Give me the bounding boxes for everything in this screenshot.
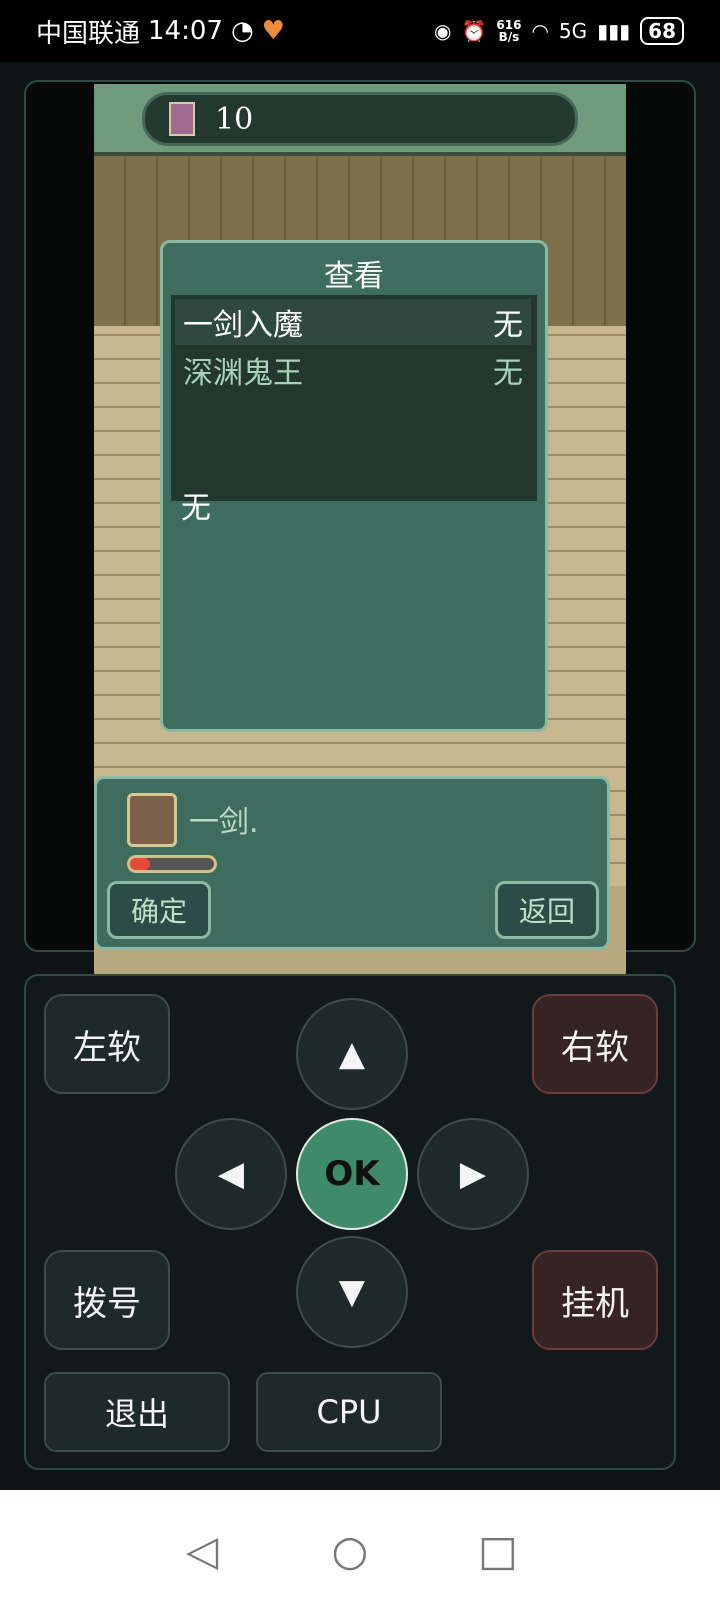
list-item-value: 无 [493, 308, 523, 343]
speed-gauge-icon: ◔ [230, 16, 254, 46]
time-label: 14:07 [148, 16, 223, 46]
hourglass-icon [169, 102, 195, 136]
character-avatar [127, 793, 177, 847]
list-item-name: 深渊鬼王 [183, 356, 303, 391]
wifi-icon: ◠ [531, 19, 549, 43]
signal-icon: ▮▮▮ [597, 19, 631, 43]
down-key[interactable]: ▼ [296, 1236, 408, 1348]
virtual-keypad: 左软 右软 ▲ ◀ OK ▶ ▼ 拨号 挂机 退出 CPU [24, 974, 676, 1470]
up-key[interactable]: ▲ [296, 998, 408, 1110]
status-bar: 中国联通 14:07 ◔ ♥ ◉ ⏰ 616 B/s ◠ 5G ▮▮▮ 68 [0, 0, 720, 62]
bottom-message-panel: 一剑. 确定 返回 [94, 776, 610, 950]
turn-counter: 10 [142, 92, 578, 146]
left-soft-key[interactable]: 左软 [44, 994, 170, 1094]
exit-key[interactable]: 退出 [44, 1372, 230, 1452]
net-speed-unit: B/s [498, 30, 520, 44]
carrier-label: 中国联通 [36, 18, 141, 49]
status-left: 中国联通 14:07 ◔ ♥ [36, 13, 285, 50]
eye-icon: ◉ [434, 19, 452, 43]
alarm-icon: ⏰ [461, 19, 487, 43]
hp-bar [127, 855, 217, 873]
left-key[interactable]: ◀ [175, 1118, 287, 1230]
view-dialog: 查看 一剑入魔 无 深渊鬼王 无 无 [160, 240, 548, 732]
ok-key[interactable]: OK [296, 1118, 408, 1230]
right-key[interactable]: ▶ [417, 1118, 529, 1230]
heart-app-icon: ♥ [261, 16, 285, 46]
detail-text: 无 [181, 491, 211, 526]
confirm-button[interactable]: 确定 [107, 881, 211, 939]
status-right: ◉ ⏰ 616 B/s ◠ 5G ▮▮▮ 68 [434, 17, 684, 45]
message-text: 一剑. [189, 805, 259, 840]
game-top-bar: 10 [94, 84, 626, 156]
list-item-value: 无 [493, 356, 523, 391]
right-soft-key[interactable]: 右软 [532, 994, 658, 1094]
nav-back-icon[interactable]: ◁ [178, 1526, 226, 1575]
game-screen[interactable]: 10 查看 一剑入魔 无 深渊鬼王 无 无 一剑. 确定 返回 [94, 84, 626, 974]
back-button[interactable]: 返回 [495, 881, 599, 939]
turn-count: 10 [215, 101, 254, 137]
system-nav-bar: ◁ ○ □ [0, 1490, 720, 1612]
battery-indicator: 68 [640, 17, 684, 45]
dialog-list: 一剑入魔 无 深渊鬼王 无 [171, 295, 537, 501]
nav-recents-icon[interactable]: □ [474, 1526, 522, 1575]
nav-home-icon[interactable]: ○ [326, 1526, 374, 1575]
hangup-key[interactable]: 挂机 [532, 1250, 658, 1350]
list-item-name: 一剑入魔 [183, 308, 303, 343]
net-speed: 616 B/s [496, 19, 521, 43]
list-item[interactable]: 深渊鬼王 无 [175, 347, 531, 393]
cpu-key[interactable]: CPU [256, 1372, 442, 1452]
dialog-title: 查看 [324, 259, 384, 294]
network-label: 5G [558, 19, 588, 43]
hp-fill [130, 858, 151, 870]
dial-key[interactable]: 拨号 [44, 1250, 170, 1350]
list-item[interactable]: 一剑入魔 无 [175, 299, 531, 345]
